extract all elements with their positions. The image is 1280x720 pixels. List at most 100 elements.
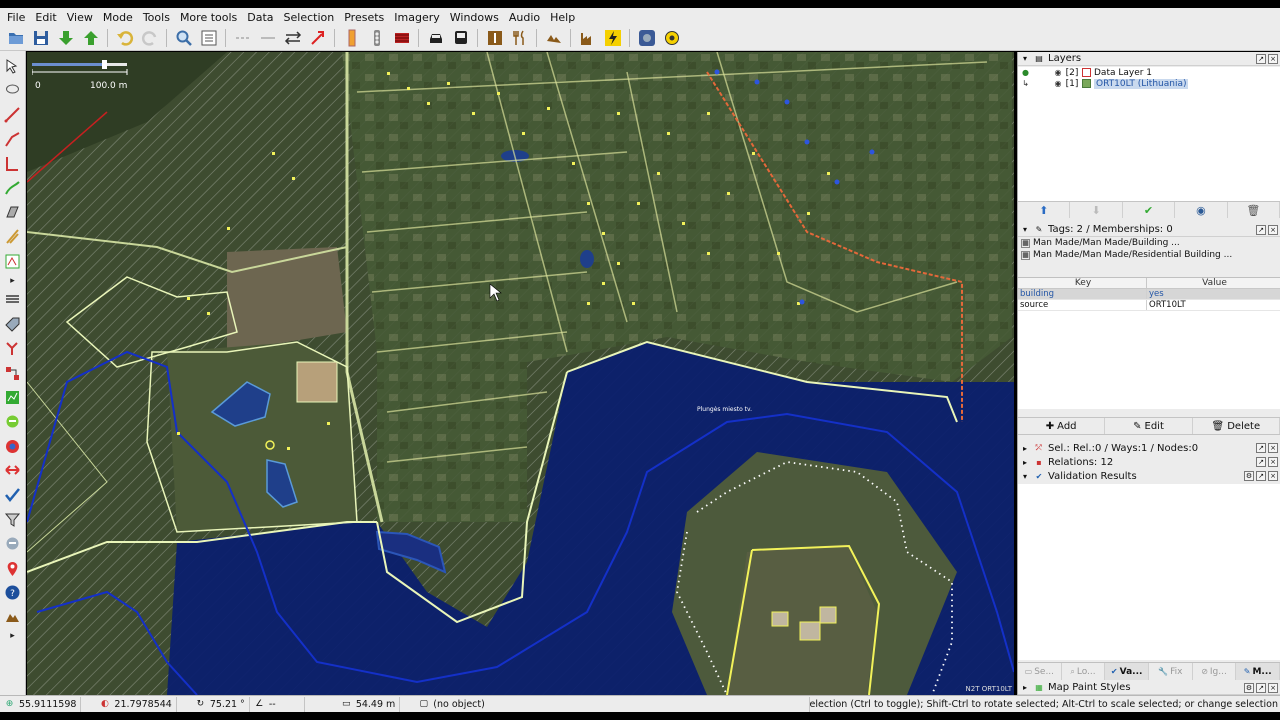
bus-icon[interactable] — [450, 27, 472, 49]
menu-mode[interactable]: Mode — [98, 11, 138, 24]
menu-view[interactable]: View — [62, 11, 98, 24]
tag-key[interactable]: building — [1018, 289, 1147, 299]
changeset-icon[interactable] — [2, 411, 24, 433]
edit-tag-button[interactable]: ✎ Edit — [1105, 418, 1193, 434]
more-button[interactable]: ✎ M... — [1236, 663, 1280, 680]
lasso-mode-icon[interactable] — [2, 80, 24, 102]
menu-windows[interactable]: Windows — [445, 11, 504, 24]
align-circle-icon[interactable] — [2, 177, 24, 199]
fix-button[interactable]: 🔧 Fix — [1149, 663, 1193, 680]
expand-toggle-icon[interactable]: ▸ — [1020, 683, 1030, 693]
redo-icon[interactable] — [139, 27, 161, 49]
imagery-offset-icon[interactable] — [2, 606, 24, 628]
upload-icon[interactable] — [80, 27, 102, 49]
visibility-eye-icon[interactable]: ◉ — [1051, 79, 1065, 88]
car-icon[interactable] — [425, 27, 447, 49]
close-icon[interactable]: × — [1268, 443, 1278, 453]
industrial-icon[interactable] — [577, 27, 599, 49]
open-file-icon[interactable] — [5, 27, 27, 49]
settings-icon[interactable]: ⚙ — [1244, 682, 1254, 693]
building-icon[interactable] — [391, 27, 413, 49]
relations-panel-header[interactable]: ▸ ▪ Relations: 12 ↗ × — [1018, 455, 1280, 469]
close-icon[interactable]: × — [1268, 471, 1278, 481]
tag-value[interactable]: yes — [1147, 289, 1280, 299]
lookup-button[interactable]: ⌕ Lo... — [1062, 663, 1106, 680]
menu-data[interactable]: Data — [242, 11, 278, 24]
move-up-icon[interactable]: ⬆ — [1018, 202, 1071, 218]
map-paint-icon[interactable] — [2, 386, 24, 408]
detach-icon[interactable]: ↗ — [1256, 457, 1266, 467]
preferences-icon[interactable] — [198, 27, 220, 49]
validation-results-tree[interactable] — [1018, 484, 1280, 660]
select-button[interactable]: ▭ Se... — [1018, 663, 1062, 680]
improve-way-icon[interactable] — [2, 250, 24, 272]
amenity-icon[interactable] — [484, 27, 506, 49]
notes-icon[interactable] — [2, 533, 24, 555]
tag-value[interactable]: ORT10LT — [1147, 300, 1280, 310]
activate-layer-icon[interactable]: ✔ — [1123, 202, 1176, 218]
detach-icon[interactable]: ↗ — [1256, 471, 1266, 481]
landuse-icon[interactable] — [543, 27, 565, 49]
extrude-icon[interactable] — [2, 201, 24, 223]
selection-panel-header[interactable]: ▸ ⤱ Sel.: Rel.:0 / Ways:1 / Nodes:0 ↗ × — [1018, 441, 1280, 455]
menu-tools[interactable]: Tools — [138, 11, 175, 24]
ignore-button[interactable]: ⊘ Ig... — [1193, 663, 1237, 680]
table-row[interactable]: source ORT10LT — [1018, 300, 1280, 311]
show-hide-icon[interactable]: ◉ — [1175, 202, 1228, 218]
longitude-field[interactable]: ◐ 21.7978544 — [81, 696, 177, 712]
download-icon[interactable] — [55, 27, 77, 49]
undo-icon[interactable] — [114, 27, 136, 49]
select-mode-icon[interactable] — [2, 55, 24, 77]
tags-toggle-icon[interactable] — [2, 313, 24, 335]
detach-icon[interactable]: ↗ — [1256, 682, 1266, 693]
menu-imagery[interactable]: Imagery — [389, 11, 444, 24]
power-icon[interactable] — [602, 27, 624, 49]
zoom-icon[interactable] — [173, 27, 195, 49]
collapse-toggle-icon[interactable]: ▾ — [1020, 54, 1030, 64]
selection-list-icon[interactable] — [2, 338, 24, 360]
tag-key[interactable]: source — [1018, 300, 1147, 310]
conflict-icon[interactable] — [2, 460, 24, 482]
menu-more-tools[interactable]: More tools — [175, 11, 242, 24]
target-icon[interactable] — [636, 27, 658, 49]
expand-arrow-icon[interactable]: ▸ — [2, 275, 24, 287]
help-icon[interactable]: ? — [2, 581, 24, 603]
expand-toggle-icon[interactable]: ▸ — [1020, 457, 1030, 467]
barrier-icon[interactable] — [341, 27, 363, 49]
menu-presets[interactable]: Presets — [339, 11, 389, 24]
validation-panel-header[interactable]: ▾ ✔ Validation Results ⚙ ↗ × — [1018, 469, 1280, 483]
visibility-eye-icon[interactable]: ◉ — [1051, 68, 1065, 77]
delete-tag-button[interactable]: 🗑 Delete — [1193, 418, 1280, 434]
expand-arrow-icon[interactable]: ▸ — [2, 630, 24, 642]
parallel-icon[interactable] — [2, 226, 24, 248]
layer-row-data[interactable]: ● ◉ [2] Data Layer 1 — [1018, 67, 1280, 78]
collapse-toggle-icon[interactable]: ▾ — [1020, 471, 1030, 481]
shuffle-icon[interactable] — [307, 27, 329, 49]
detach-icon[interactable]: ↗ — [1256, 443, 1266, 453]
filter-icon[interactable] — [2, 508, 24, 530]
close-icon[interactable]: × — [1268, 682, 1278, 693]
draw-line-icon[interactable] — [2, 128, 24, 150]
draw-mode-icon[interactable] — [2, 104, 24, 126]
add-tag-button[interactable]: ✚ Add — [1018, 418, 1106, 434]
save-icon[interactable] — [30, 27, 52, 49]
map-view[interactable]: 0 100.0 m Plungės miesto tv. N2T ORT10LT — [27, 52, 1014, 695]
collapse-toggle-icon[interactable]: ▾ — [1020, 225, 1030, 235]
combine-way-icon[interactable] — [257, 27, 279, 49]
close-icon[interactable]: × — [1268, 457, 1278, 467]
menu-file[interactable]: File — [2, 11, 30, 24]
preset-link-residential[interactable]: ▦ Man Made/Man Made/Residential Building… — [1018, 249, 1280, 261]
sun-icon[interactable] — [661, 27, 683, 49]
table-row[interactable]: building yes — [1018, 289, 1280, 300]
settings-icon[interactable]: ⚙ — [1244, 471, 1254, 481]
value-column-header[interactable]: Value — [1147, 278, 1280, 288]
close-icon[interactable]: × — [1268, 53, 1278, 64]
layers-toggle-icon[interactable] — [2, 289, 24, 311]
validation-icon[interactable] — [2, 484, 24, 506]
history-icon[interactable] — [2, 435, 24, 457]
food-icon[interactable] — [509, 27, 531, 49]
validate-button[interactable]: ✔ Va... — [1105, 663, 1150, 680]
menu-help[interactable]: Help — [545, 11, 580, 24]
layers-panel-header[interactable]: ▾ ▤ Layers ↗ × — [1018, 52, 1280, 66]
split-way-icon[interactable] — [232, 27, 254, 49]
